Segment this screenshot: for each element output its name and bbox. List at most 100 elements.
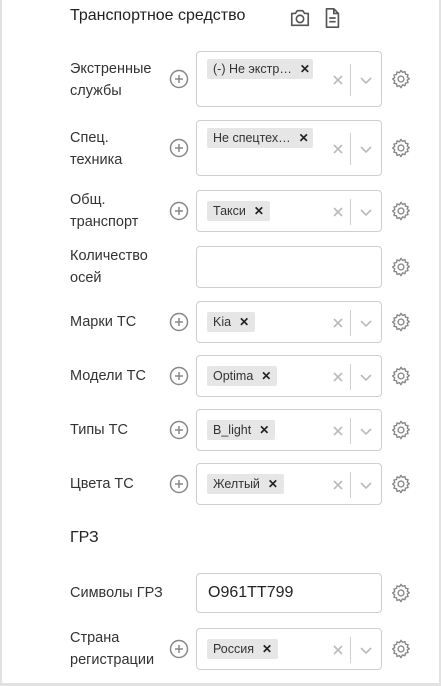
plate-symbols-input[interactable]: О961ТТ799 [196,573,382,613]
selected-chip: (-) Не экстр… ✕ [207,59,313,79]
add-icon[interactable] [169,474,189,494]
clear-icon[interactable] [332,74,344,86]
multiselect-special[interactable]: Не спецтех… ✕ [196,120,382,176]
field-label: Экстренные службы [70,61,152,99]
chip-remove-icon[interactable]: ✕ [299,131,309,145]
selected-chip: B_light ✕ [207,420,276,440]
clear-icon[interactable] [332,644,344,656]
section-title-vehicle: Транспортное средство [70,7,246,24]
add-icon[interactable] [169,69,189,89]
chip-label: Такси [213,204,246,218]
field-label: Типы ТС [70,422,128,438]
chevron-down-icon[interactable] [359,426,373,436]
gear-icon[interactable] [390,419,412,441]
field-row-plate-symbols: Символы ГРЗ О961ТТ799 [0,573,441,613]
field-row-axles: Количество осей [0,246,441,288]
chevron-down-icon[interactable] [359,75,373,85]
chip-remove-icon[interactable]: ✕ [262,642,272,656]
selected-chip: Россия ✕ [207,639,279,659]
field-label: Марки ТС [70,314,137,330]
chip-remove-icon[interactable]: ✕ [254,204,264,218]
divider [350,637,351,663]
multiselect-types[interactable]: B_light ✕ [196,409,382,451]
clear-icon[interactable] [332,206,344,218]
chip-label: B_light [213,423,252,437]
chevron-down-icon[interactable] [359,144,373,154]
chip-remove-icon[interactable]: ✕ [259,423,269,437]
gear-icon[interactable] [390,68,412,90]
chevron-down-icon[interactable] [359,480,373,490]
gear-icon[interactable] [390,473,412,495]
field-label: Количество осей [70,248,148,286]
camera-icon[interactable] [289,7,311,29]
multiselect-country[interactable]: Россия ✕ [196,628,382,670]
multiselect-brands[interactable]: Kia ✕ [196,301,382,343]
selected-chip: Optima ✕ [207,366,278,386]
field-row-brands: Марки ТС Kia ✕ [0,301,441,343]
add-icon[interactable] [169,639,189,659]
gear-icon[interactable] [390,256,412,278]
field-label: Страна регистрации [70,630,155,668]
field-row-public-transport: Общ. транспорт Такси ✕ [0,190,441,232]
field-label: Цвета ТС [70,476,134,492]
field-label: Символы ГРЗ [70,585,163,601]
clear-icon[interactable] [332,371,344,383]
multiselect-emergency[interactable]: (-) Не экстр… ✕ [196,51,382,107]
field-row-types: Типы ТС B_light ✕ [0,409,441,451]
chip-label: Россия [213,642,254,656]
field-label: Модели ТС [70,368,146,384]
add-icon[interactable] [169,138,189,158]
gear-icon[interactable] [390,200,412,222]
section-title-plate: ГРЗ [70,529,99,546]
clear-icon[interactable] [332,143,344,155]
axles-input[interactable] [196,246,382,288]
divider [350,64,351,96]
field-row-colors: Цвета ТС Желтый ✕ [0,463,441,505]
plate-symbols-value: О961ТТ799 [208,584,294,601]
chevron-down-icon[interactable] [359,645,373,655]
chip-label: Kia [213,315,232,329]
add-icon[interactable] [169,201,189,221]
field-row-models: Модели ТС Optima ✕ [0,355,441,397]
gear-icon[interactable] [390,365,412,387]
clear-icon[interactable] [332,479,344,491]
chip-remove-icon[interactable]: ✕ [300,62,310,76]
divider [350,199,351,225]
field-row-country: Страна регистрации Россия ✕ [0,628,441,670]
multiselect-colors[interactable]: Желтый ✕ [196,463,382,505]
selected-chip: Не спецтех… ✕ [207,128,313,148]
field-row-emergency: Экстренные службы (-) Не экстр… ✕ [0,51,441,107]
chevron-down-icon[interactable] [359,318,373,328]
divider [350,418,351,444]
chip-label: Optima [213,369,254,383]
gear-icon[interactable] [390,582,412,604]
chip-label: Не спецтех… [213,131,291,145]
divider [350,364,351,390]
chip-remove-icon[interactable]: ✕ [268,477,278,491]
chevron-down-icon[interactable] [359,372,373,382]
chip-label: (-) Не экстр… [213,62,292,76]
divider [350,310,351,336]
selected-chip: Kia ✕ [207,312,256,332]
selected-chip: Желтый ✕ [207,474,284,494]
add-icon[interactable] [169,312,189,332]
divider [350,133,351,165]
document-icon[interactable] [321,7,343,29]
clear-icon[interactable] [332,317,344,329]
field-row-special: Спец. техника Не спецтех… ✕ [0,120,441,176]
gear-icon[interactable] [390,311,412,333]
clear-icon[interactable] [332,425,344,437]
multiselect-models[interactable]: Optima ✕ [196,355,382,397]
divider [350,472,351,498]
field-label: Общ. транспорт [70,192,139,230]
chip-label: Желтый [213,477,260,491]
add-icon[interactable] [169,366,189,386]
chip-remove-icon[interactable]: ✕ [239,315,249,329]
chevron-down-icon[interactable] [359,207,373,217]
gear-icon[interactable] [390,638,412,660]
chip-remove-icon[interactable]: ✕ [261,369,271,383]
gear-icon[interactable] [390,137,412,159]
selected-chip: Такси ✕ [207,201,270,221]
add-icon[interactable] [169,420,189,440]
multiselect-public-transport[interactable]: Такси ✕ [196,190,382,232]
